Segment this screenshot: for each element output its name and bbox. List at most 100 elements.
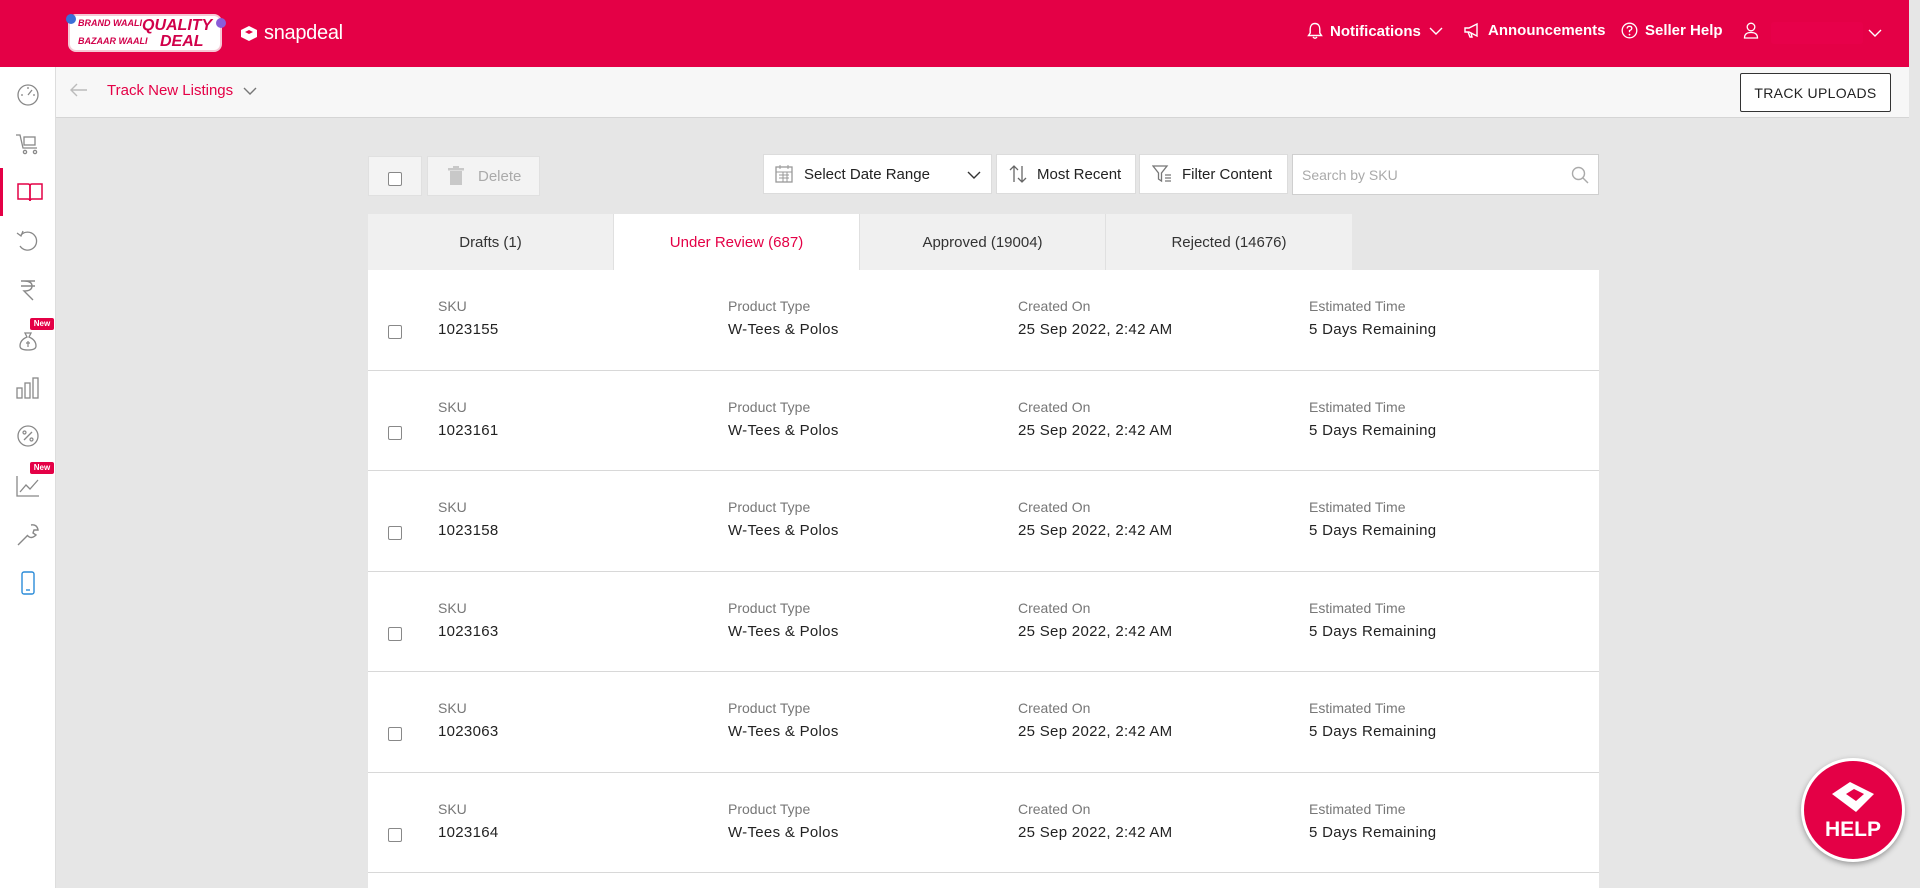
created-on-cell: Created On 25 Sep 2022, 2:42 AM (1018, 298, 1172, 338)
user-icon (1743, 22, 1759, 39)
sidebar-item-mobile-app[interactable] (0, 559, 56, 607)
returns-icon (16, 230, 38, 251)
new-badge: New (30, 318, 54, 330)
user-name-redacted (1771, 22, 1863, 44)
table-row: SKU 1023063 Product Type W-Tees & Polos Cr… (368, 672, 1599, 773)
help-button[interactable]: HELP (1801, 758, 1905, 862)
row-checkbox[interactable] (388, 425, 402, 440)
select-all-checkbox[interactable] (388, 172, 402, 186)
estimated-time-value: 5 Days Remaining (1309, 321, 1437, 338)
product-type-label: Product Type (728, 599, 811, 616)
tab-rejected[interactable]: Rejected (14676) (1106, 214, 1352, 270)
mobile-phone-icon (21, 571, 35, 595)
created-on-label: Created On (1018, 298, 1091, 314)
seller-help-label: Seller Help (1645, 22, 1723, 39)
snapdeal-logo[interactable]: snapdeal (238, 20, 343, 46)
estimated-time-cell: Estimated Time 5 Days Remaining (1309, 499, 1436, 539)
logo-wordmark: snapdeal (264, 21, 343, 44)
sidebar-item-trends[interactable]: New (0, 462, 56, 510)
promo-dot (216, 18, 226, 28)
sidebar-item-catalog[interactable] (0, 168, 56, 216)
row-checkbox[interactable] (388, 827, 402, 842)
track-uploads-button[interactable]: TRACK UPLOADS (1740, 73, 1891, 112)
bar-chart-icon (16, 377, 39, 399)
sku-label: SKU (438, 800, 467, 817)
estimated-time-value: 5 Days Remaining (1309, 723, 1437, 740)
sidebar-item-payments[interactable] (0, 266, 56, 314)
delete-label: Delete (478, 167, 522, 185)
tab-approved[interactable]: Approved (19004) (860, 214, 1106, 270)
listing-table: SKU 1023155 Product Type W-Tees & Polos Cr… (368, 270, 1599, 888)
search-icon[interactable] (1571, 166, 1589, 184)
estimated-time-label: Estimated Time (1309, 700, 1406, 716)
breadcrumb[interactable]: Track New Listings (107, 82, 257, 99)
user-menu[interactable] (1743, 22, 1766, 39)
help-label: HELP (1824, 818, 1881, 841)
new-badge: New (30, 462, 54, 474)
created-on-cell: Created On 25 Sep 2022, 2:42 AM (1018, 399, 1172, 439)
created-on-cell: Created On 25 Sep 2022, 2:42 AM (1018, 700, 1172, 740)
notifications-label: Notifications (1330, 22, 1421, 40)
announcements-link[interactable]: Announcements (1463, 22, 1606, 39)
delete-button[interactable]: Delete (427, 156, 540, 196)
row-checkbox[interactable] (388, 325, 402, 339)
estimated-time-label: Estimated Time (1309, 800, 1406, 817)
sidebar-item-discounts[interactable] (0, 412, 56, 460)
back-arrow-icon[interactable] (70, 83, 88, 97)
sku-label: SKU (438, 599, 467, 616)
estimated-time-label: Estimated Time (1309, 298, 1406, 314)
bell-icon (1307, 22, 1323, 39)
sidebar-item-tools[interactable] (0, 511, 56, 559)
sidebar-item-orders[interactable] (0, 120, 56, 168)
estimated-time-cell: Estimated Time 5 Days Remaining (1309, 700, 1436, 740)
sku-label: SKU (438, 499, 467, 515)
left-sidebar: New New (0, 67, 56, 888)
top-header: BRAND WAALI QUALITY BAZAAR WAALI DEAL sn… (0, 0, 1909, 67)
sub-header: Track New Listings TRACK UPLOADS (56, 67, 1909, 118)
breadcrumb-label: Track New Listings (107, 82, 234, 99)
product-type-label: Product Type (728, 499, 811, 515)
tab-drafts[interactable]: Drafts (1) (368, 214, 614, 270)
tab-under-review[interactable]: Under Review (687) (614, 214, 860, 270)
estimated-time-cell: Estimated Time 5 Days Remaining (1309, 600, 1436, 640)
filter-icon (1152, 165, 1171, 183)
row-checkbox[interactable] (388, 626, 402, 641)
product-type-cell: Product Type W-Tees & Polos (728, 399, 839, 439)
filter-content-button[interactable]: Filter Content (1139, 154, 1288, 194)
sku-search-input[interactable] (1293, 155, 1553, 194)
chevron-down-icon[interactable] (1868, 29, 1882, 37)
sku-cell: SKU 1023161 (438, 399, 499, 439)
money-bag-icon (19, 332, 37, 351)
product-type-cell: Product Type W-Tees & Polos (728, 700, 839, 740)
promo-banner-logo[interactable]: BRAND WAALI QUALITY BAZAAR WAALI DEAL (66, 14, 226, 52)
sku-label: SKU (438, 298, 467, 314)
sku-cell: SKU 1023163 (438, 600, 499, 640)
row-checkbox[interactable] (388, 727, 402, 741)
product-type-value: W-Tees & Polos (728, 522, 839, 539)
estimated-time-value: 5 Days Remaining (1309, 522, 1437, 539)
sort-button[interactable]: Most Recent (996, 154, 1136, 194)
date-range-select[interactable]: Select Date Range (763, 154, 992, 194)
row-checkbox[interactable] (388, 526, 402, 540)
estimated-time-label: Estimated Time (1309, 599, 1406, 616)
trend-line-icon (16, 476, 39, 497)
created-on-label: Created On (1018, 700, 1091, 716)
notifications-menu[interactable]: Notifications (1307, 22, 1443, 40)
created-on-label: Created On (1018, 398, 1091, 415)
product-type-value: W-Tees & Polos (728, 421, 839, 439)
created-on-cell: Created On 25 Sep 2022, 2:42 AM (1018, 499, 1172, 539)
product-type-label: Product Type (728, 398, 811, 415)
seller-help-link[interactable]: Seller Help (1621, 22, 1723, 39)
sidebar-item-returns[interactable] (0, 217, 56, 265)
product-type-label: Product Type (728, 298, 811, 314)
sort-arrows-icon (1009, 165, 1027, 183)
table-row: SKU 1023155 Product Type W-Tees & Polos Cr… (368, 270, 1599, 371)
catalog-book-icon (16, 183, 43, 202)
estimated-time-value: 5 Days Remaining (1309, 421, 1437, 439)
sidebar-item-analytics[interactable] (0, 364, 56, 412)
sidebar-item-money-bag[interactable]: New (0, 316, 56, 364)
created-on-value: 25 Sep 2022, 2:42 AM (1018, 723, 1173, 740)
sidebar-item-dashboard[interactable] (0, 71, 56, 119)
sku-cell: SKU 1023063 (438, 700, 499, 740)
created-on-label: Created On (1018, 800, 1091, 817)
